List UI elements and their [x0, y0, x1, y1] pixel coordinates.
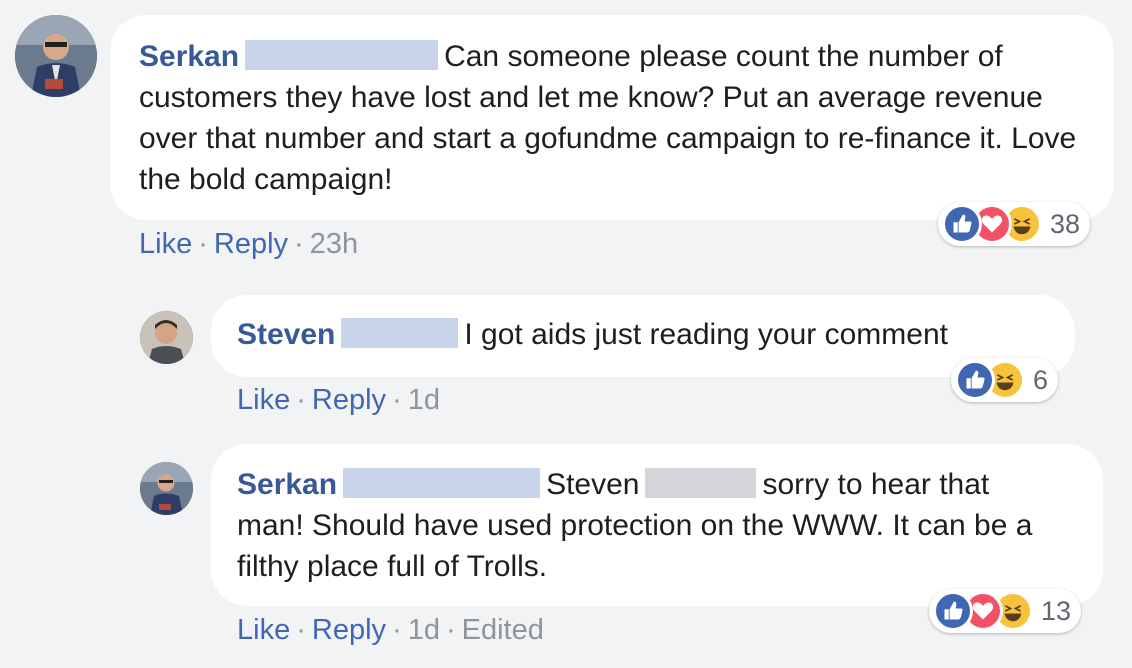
avatar-serkan[interactable]	[15, 15, 97, 97]
comment-bubble: Steven I got aids just reading your comme…	[211, 295, 1075, 377]
like-icon	[933, 591, 973, 631]
separator: ·	[392, 384, 402, 416]
timestamp[interactable]: 1d	[408, 614, 440, 646]
comment-bubble: Serkan Steven sorry to hear that man! Shoul…	[211, 444, 1103, 606]
like-icon	[955, 360, 995, 400]
reply-link[interactable]: Reply	[312, 614, 386, 646]
redacted-surname	[341, 318, 459, 349]
reaction-count: 38	[1050, 208, 1081, 239]
redacted-surname	[245, 40, 439, 71]
separator: ·	[296, 384, 306, 416]
separator: ·	[392, 614, 402, 646]
like-link[interactable]: Like	[237, 614, 290, 646]
reaction-count: 13	[1041, 595, 1072, 626]
avatar-photo	[15, 15, 97, 97]
reactions-summary[interactable]: 38	[938, 202, 1091, 246]
reactions-summary[interactable]: 6	[951, 358, 1059, 402]
separator: ·	[198, 228, 208, 260]
like-link[interactable]: Like	[139, 228, 192, 260]
timestamp[interactable]: 23h	[310, 228, 358, 260]
reaction-count: 6	[1033, 364, 1049, 395]
comment-body-part1: sorry to hear that	[762, 468, 990, 501]
comment-text: Serkan Can someone please count the numbe…	[139, 36, 1084, 200]
like-icon	[942, 204, 982, 244]
reply-link[interactable]: Reply	[214, 228, 288, 260]
separator: ·	[445, 614, 456, 646]
reactions-summary[interactable]: 13	[929, 589, 1082, 633]
author-name[interactable]: Serkan	[237, 468, 337, 501]
comment-body-part2: man! Should have used protection on the …	[237, 509, 1033, 583]
avatar-photo	[140, 311, 193, 364]
avatar-photo	[140, 462, 193, 515]
reply-link[interactable]: Reply	[312, 384, 386, 416]
comment-body: I got aids just reading your comment	[464, 318, 948, 351]
comment-actions: Like · Reply · 1d	[237, 384, 440, 417]
like-link[interactable]: Like	[237, 384, 290, 416]
mention-steven[interactable]: Steven	[546, 468, 639, 501]
edited-label[interactable]: Edited	[462, 614, 544, 646]
separator: ·	[296, 614, 306, 646]
separator: ·	[294, 228, 304, 260]
comment-bubble: Serkan Can someone please count the numbe…	[110, 15, 1114, 220]
redacted-mention-surname	[645, 468, 757, 499]
comment-actions: Like · Reply · 23h	[139, 228, 358, 261]
comment-actions: Like · Reply · 1d · Edited	[237, 614, 544, 647]
comment-text: Steven I got aids just reading your comme…	[237, 314, 1050, 355]
avatar-steven[interactable]	[140, 311, 193, 364]
comment-text: Serkan Steven sorry to hear that man! Shoul…	[237, 464, 1075, 587]
timestamp[interactable]: 1d	[408, 384, 440, 416]
author-name[interactable]: Serkan	[139, 40, 239, 73]
author-name[interactable]: Steven	[237, 318, 335, 351]
avatar-serkan[interactable]	[140, 462, 193, 515]
redacted-surname	[343, 468, 541, 499]
